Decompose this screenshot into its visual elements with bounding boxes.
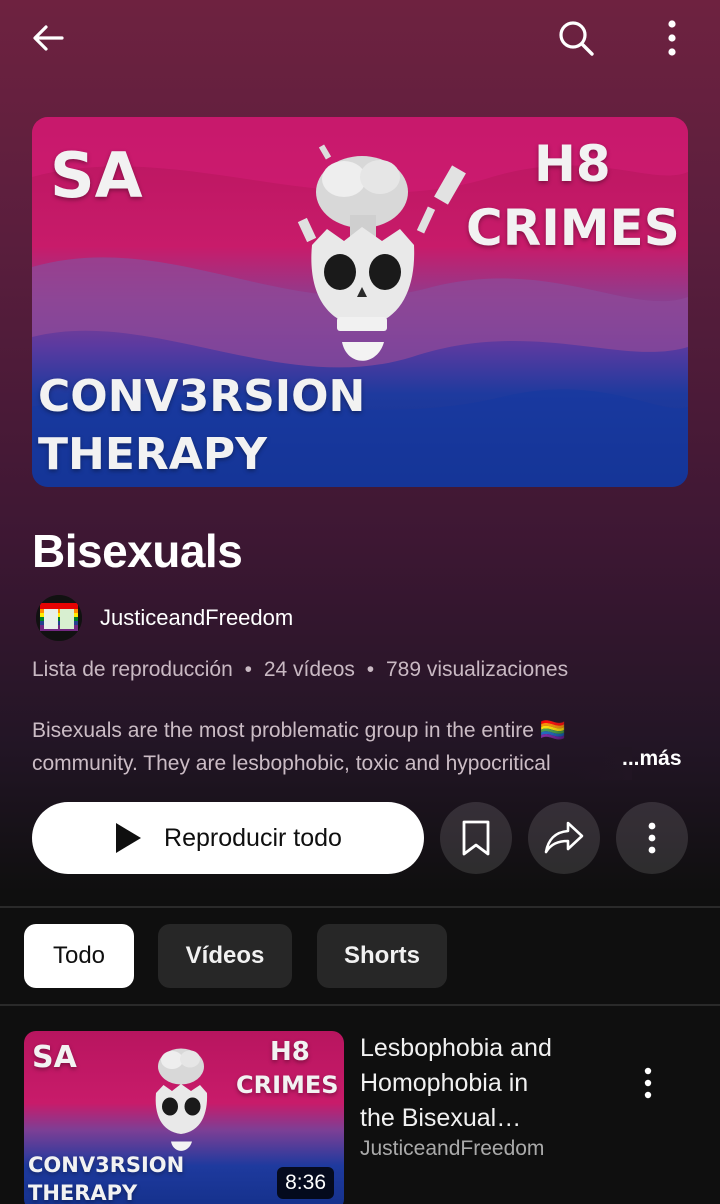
meta-separator: • [366, 658, 375, 681]
search-button[interactable] [548, 10, 604, 66]
video-count: 24 vídeos [263, 658, 355, 681]
channel-avatar[interactable] [36, 595, 82, 641]
description-line-2-container: community. They are lesbophobic, toxic a… [32, 747, 632, 780]
channel-name: JusticeandFreedom [100, 605, 294, 630]
show-more-link[interactable]: ...más [622, 747, 682, 771]
more-options-button[interactable] [644, 10, 700, 66]
video-title[interactable]: Lesbophobia and Homophobia in the Bisexu… [360, 1031, 610, 1136]
section-divider [0, 906, 720, 908]
chip-shorts[interactable]: Shorts [317, 924, 447, 988]
more-vert-icon [648, 822, 656, 854]
playlist-meta: Lista de reproducción • 24 vídeos • 789 … [32, 658, 568, 682]
description-line-2: community. They are lesbophobic, toxic a… [32, 752, 551, 775]
video-title-line: Lesbophobia and [360, 1034, 552, 1062]
share-button[interactable] [528, 802, 600, 874]
cover-text-conversion: CONV3RSION [38, 371, 366, 422]
arrow-left-icon [33, 25, 64, 51]
play-icon [116, 823, 142, 853]
back-button[interactable] [20, 10, 76, 66]
search-icon [559, 21, 594, 56]
video-thumbnail[interactable]: SA H8 CRIMES CONV3RSION THERAPY 8:36 [24, 1031, 344, 1204]
save-playlist-button[interactable] [440, 802, 512, 874]
thumb-text-conversion: CONV3RSION [28, 1153, 185, 1177]
view-count: 789 visualizaciones [385, 658, 569, 681]
play-all-button[interactable]: Reproducir todo [32, 802, 424, 874]
more-vert-icon [668, 20, 676, 56]
video-title-line: Homophobia in [360, 1069, 529, 1097]
playlist-title: Bisexuals [32, 525, 243, 577]
thumb-text-h8: H8 [270, 1037, 310, 1067]
chip-todo[interactable]: Todo [24, 924, 134, 988]
channel-link[interactable]: JusticeandFreedom [36, 594, 293, 642]
section-divider [0, 1004, 720, 1006]
description-line-1: Bisexuals are the most problematic group… [32, 719, 566, 742]
cover-text-h8: H8 [534, 135, 611, 193]
thumb-text-crimes: CRIMES [236, 1071, 339, 1099]
share-icon [544, 821, 584, 854]
cover-text-therapy: THERAPY [38, 429, 267, 480]
video-more-button[interactable] [624, 1059, 672, 1107]
video-channel-name: JusticeandFreedom [360, 1137, 545, 1160]
video-title-line: the Bisexual… [360, 1104, 522, 1132]
video-duration-badge: 8:36 [277, 1167, 334, 1199]
playlist-description[interactable]: Bisexuals are the most problematic group… [32, 714, 692, 780]
top-app-bar [0, 0, 720, 80]
chip-videos[interactable]: Vídeos [158, 924, 292, 988]
thumb-text-sa: SA [32, 1040, 77, 1075]
playlist-type: Lista de reproducción [32, 658, 233, 681]
more-actions-button[interactable] [616, 802, 688, 874]
playlist-cover-image[interactable]: SA H8 CRIMES CONV3RSION THERAPY [32, 117, 688, 487]
more-vert-icon [644, 1067, 652, 1099]
cover-text-crimes: CRIMES [466, 199, 680, 257]
bookmark-icon [462, 820, 490, 856]
play-all-label: Reproducir todo [164, 823, 342, 852]
avatar-image [36, 595, 82, 641]
meta-separator: • [244, 658, 252, 681]
video-list-item[interactable]: SA H8 CRIMES CONV3RSION THERAPY 8:36 Les… [24, 1031, 696, 1204]
thumb-text-therapy: THERAPY [28, 1181, 138, 1204]
cover-text-sa: SA [50, 139, 143, 212]
